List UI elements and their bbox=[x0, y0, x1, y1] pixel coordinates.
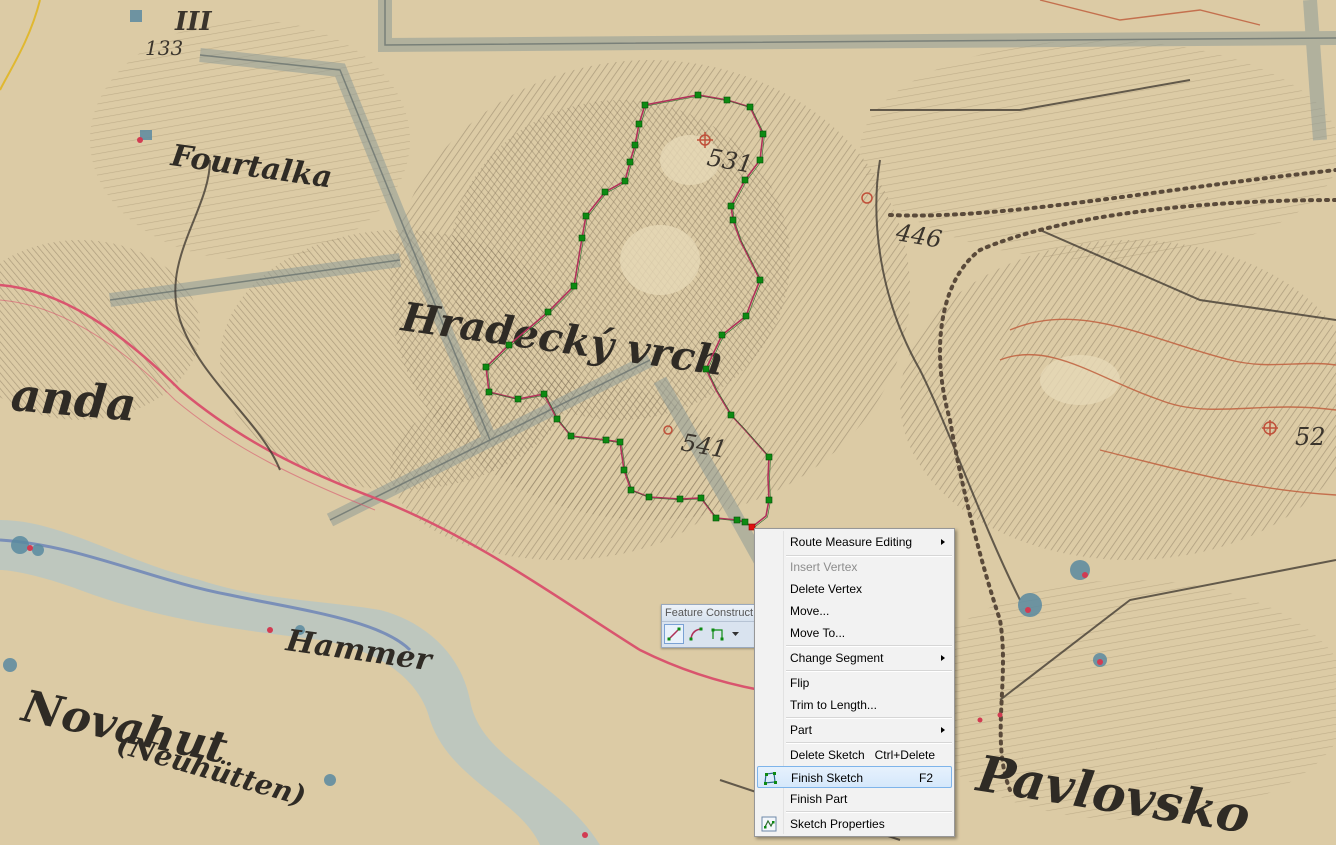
menu-item-change-segment[interactable]: Change Segment bbox=[757, 647, 952, 669]
menu-item-sketch-properties[interactable]: Sketch Properties bbox=[757, 813, 952, 835]
menu-item-label: Part bbox=[790, 723, 813, 737]
arc-segment-icon bbox=[689, 627, 703, 641]
submenu-arrow-icon bbox=[941, 727, 945, 733]
menu-item-insert-vertex[interactable]: Insert Vertex bbox=[757, 556, 952, 578]
submenu-arrow-icon bbox=[941, 655, 945, 661]
menu-item-move[interactable]: Move... bbox=[757, 600, 952, 622]
straight-segment-icon bbox=[667, 627, 681, 641]
menu-item-label: Change Segment bbox=[790, 651, 884, 665]
menu-item-flip[interactable]: Flip bbox=[757, 672, 952, 694]
finish-sketch-icon bbox=[764, 772, 777, 785]
menu-item-label: Trim to Length... bbox=[790, 698, 877, 712]
toolbar-dropdown-button[interactable] bbox=[730, 624, 740, 644]
menu-item-label: Finish Sketch bbox=[791, 771, 864, 785]
menu-item-label: Route Measure Editing bbox=[790, 535, 913, 549]
menu-item-label: Move... bbox=[790, 604, 830, 618]
menu-item-label: Finish Part bbox=[790, 792, 848, 806]
menu-item-label: Sketch Properties bbox=[790, 817, 885, 831]
sketch-context-menu: Route Measure Editing Insert Vertex Dele… bbox=[754, 528, 955, 837]
menu-item-shortcut: Ctrl+Delete bbox=[874, 748, 935, 762]
menu-item-label: Delete Vertex bbox=[790, 582, 863, 596]
menu-item-shortcut: F2 bbox=[918, 771, 933, 785]
trace-tool-button[interactable] bbox=[708, 624, 728, 644]
feature-construction-toolbar[interactable]: Feature Construct bbox=[661, 604, 757, 648]
dropdown-icon bbox=[731, 631, 739, 636]
map-number-133: 133 bbox=[145, 36, 183, 60]
menu-item-move-to[interactable]: Move To... bbox=[757, 622, 952, 644]
menu-item-part[interactable]: Part bbox=[757, 719, 952, 741]
map-number-iii: III bbox=[174, 7, 212, 37]
menu-item-label: Delete Sketch bbox=[790, 748, 865, 762]
historical-map-canvas[interactable]: Fourtalka Hradecký vrch anda Hammer Nova… bbox=[0, 0, 1336, 845]
menu-item-trim-to-length[interactable]: Trim to Length... bbox=[757, 694, 952, 716]
map-label-anda: anda bbox=[9, 367, 138, 432]
menu-item-label: Insert Vertex bbox=[790, 560, 858, 574]
map-number-52: 52 bbox=[1295, 423, 1326, 451]
menu-item-delete-vertex[interactable]: Delete Vertex bbox=[757, 578, 952, 600]
menu-item-finish-sketch[interactable]: Finish Sketch F2 bbox=[757, 766, 952, 788]
arc-segment-button[interactable] bbox=[686, 624, 706, 644]
menu-item-finish-part[interactable]: Finish Part bbox=[757, 788, 952, 810]
sketch-properties-icon bbox=[761, 816, 777, 832]
menu-item-route-measure-editing[interactable]: Route Measure Editing bbox=[757, 531, 952, 553]
straight-segment-button[interactable] bbox=[664, 624, 684, 644]
menu-item-delete-sketch[interactable]: Delete Sketch Ctrl+Delete bbox=[757, 744, 952, 766]
menu-item-label: Flip bbox=[790, 676, 810, 690]
menu-item-label: Move To... bbox=[790, 626, 846, 640]
toolbar-title[interactable]: Feature Construct bbox=[662, 605, 756, 622]
trace-tool-icon bbox=[711, 628, 724, 641]
submenu-arrow-icon bbox=[941, 539, 945, 545]
